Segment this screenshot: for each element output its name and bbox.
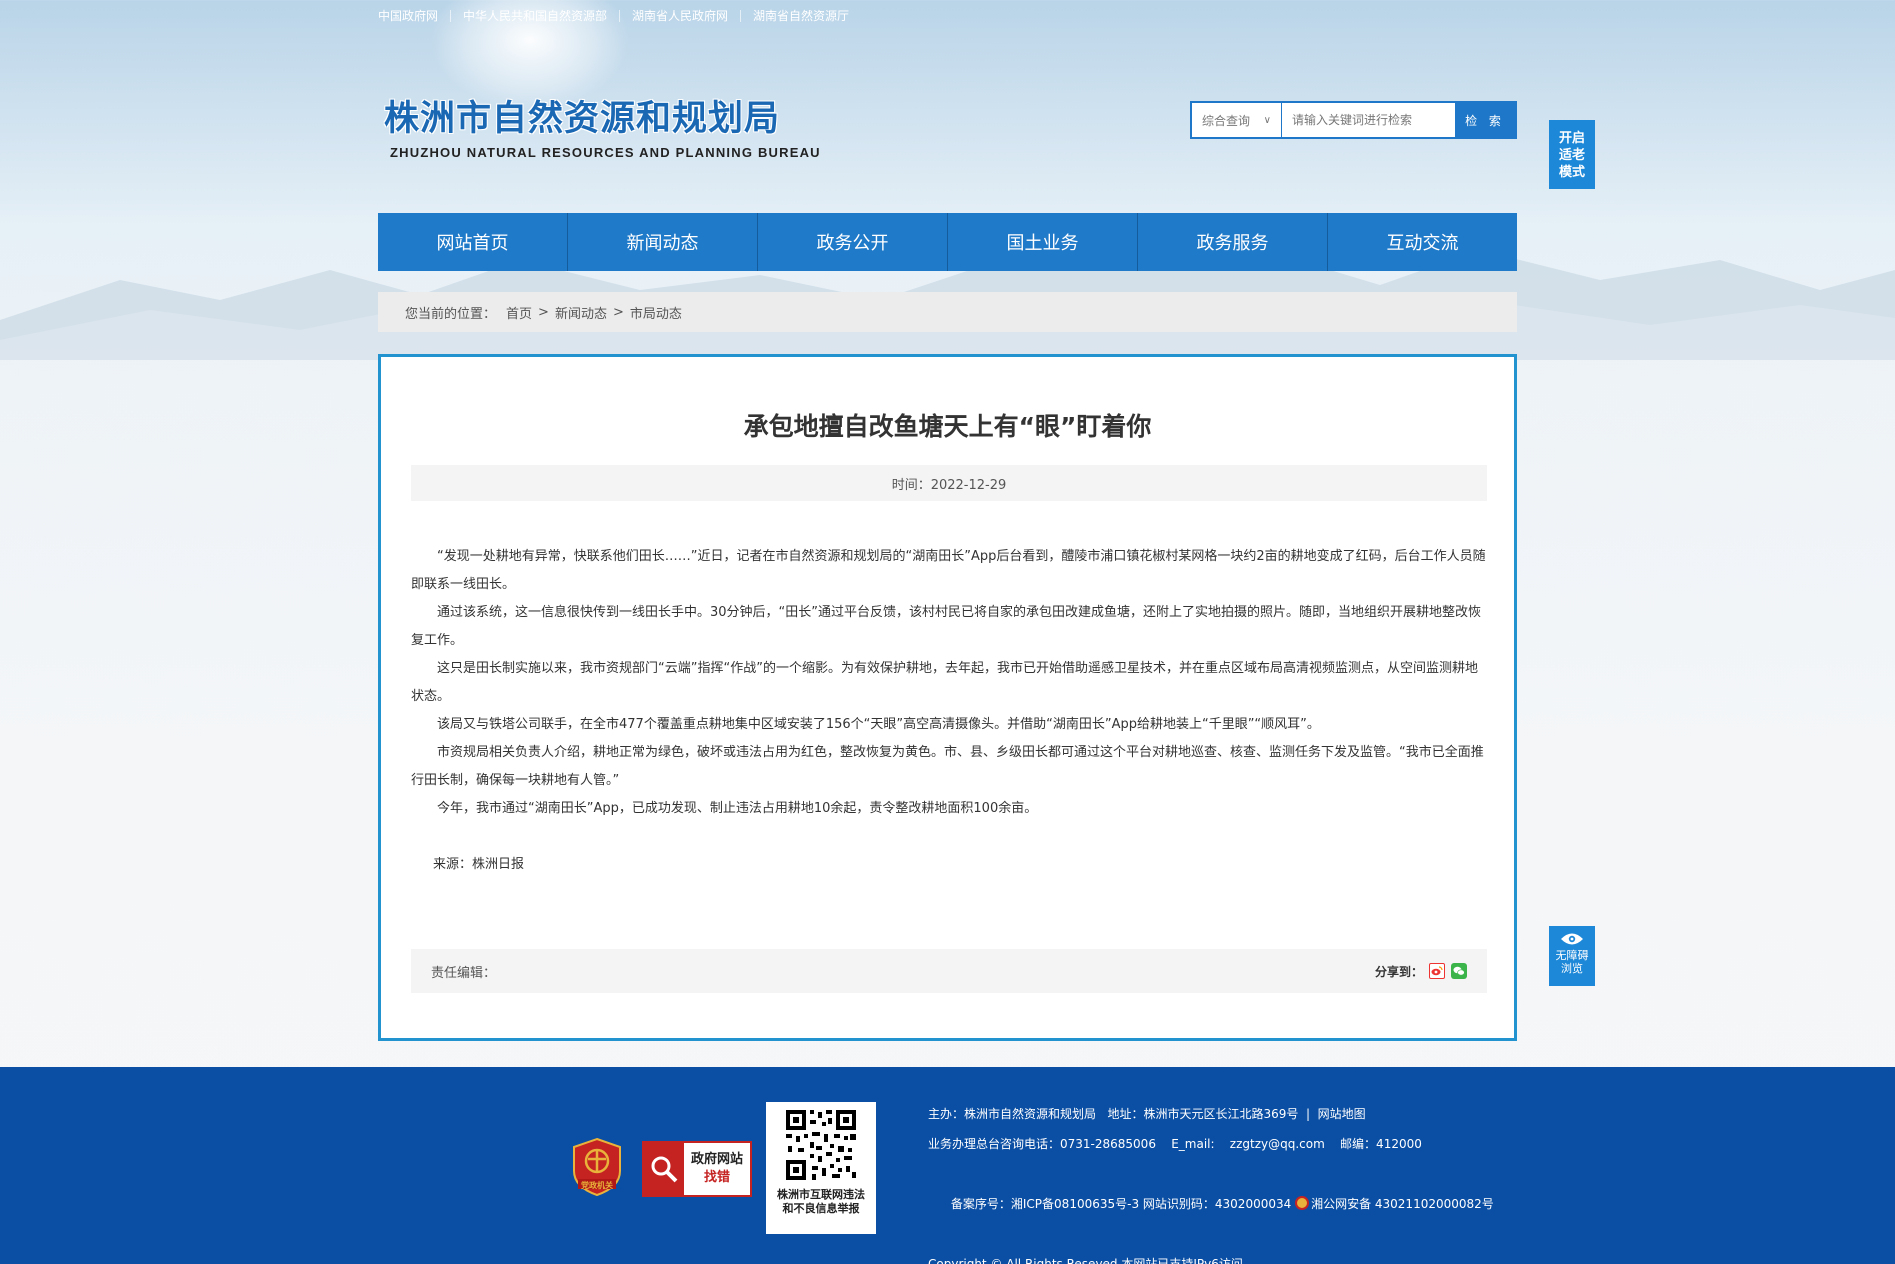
weibo-icon[interactable]	[1429, 963, 1445, 979]
breadcrumb-city-news[interactable]: 市局动态	[630, 303, 682, 322]
footer-info: 主办：株洲市自然资源和规划局 地址：株洲市天元区长江北路369号 | 网站地图 …	[928, 1099, 1494, 1264]
nav-item-land[interactable]: 国土业务	[947, 213, 1137, 271]
share-label: 分享到：	[1374, 964, 1423, 979]
breadcrumb: 您当前的位置： 首页 > 新闻动态 > 市局动态	[378, 292, 1517, 332]
party-gov-badge[interactable]: 党政机关	[572, 1137, 622, 1197]
footer-record-line: 备案序号：湘ICP备08100635号-3 网站识别码：4302000034 湘…	[928, 1159, 1494, 1249]
top-link-mnr[interactable]: 中华人民共和国自然资源部	[450, 10, 619, 22]
article-paragraph: 通过该系统，这一信息很快传到一线田长手中。30分钟后，“田长”通过平台反馈，该村…	[411, 605, 1482, 648]
qr-caption: 株洲市互联网违法 和不良信息举报	[766, 1188, 876, 1216]
nav-item-home[interactable]: 网站首页	[378, 213, 567, 271]
logo-cn-title: 株洲市自然资源和规划局	[384, 99, 781, 139]
article-editor: 责任编辑：	[431, 965, 497, 981]
top-link-hunan-gov[interactable]: 湖南省人民政府网	[619, 10, 740, 22]
gov-site-error-text: 政府网站 找错	[684, 1151, 750, 1187]
top-link-hunan-dnr[interactable]: 湖南省自然资源厅	[740, 10, 861, 22]
magnifier-icon	[644, 1143, 684, 1195]
icp-record[interactable]: 备案序号：湘ICP备08100635号-3 网站识别码：4302000034	[951, 1197, 1295, 1211]
footer-copyright: Copyright © All Rights Reseved 本网站已支持IPv…	[928, 1257, 1243, 1264]
site-footer: 党政机关 政府网站 找错 株洲市互联网违法 和不良信息举报 主办：株洲市自然资源…	[0, 1067, 1895, 1264]
article-title: 承包地擅自改鱼塘天上有“眼”盯着你	[743, 412, 1152, 441]
search-type-select[interactable]: 综合查询 ∨	[1192, 103, 1282, 137]
breadcrumb-sep: >	[538, 304, 549, 320]
article-paragraph: 市资规局相关负责人介绍，耕地正常为绿色，破坏或违法占用为红色，整改恢复为黄色。市…	[411, 745, 1484, 788]
eye-icon	[1561, 933, 1583, 945]
footer-contact-line: 业务办理总台咨询电话：0731-28685006 E_mail: zzgtzy@…	[928, 1137, 1422, 1151]
top-link-gov[interactable]: 中国政府网	[378, 10, 450, 22]
qr-caption-line-1: 株洲市互联网违法	[777, 1188, 865, 1201]
nav-item-gov-open[interactable]: 政务公开	[757, 213, 947, 271]
elder-mode-label: 开启适老模式	[1558, 131, 1585, 180]
chevron-down-icon: ∨	[1263, 114, 1271, 126]
article-footer-bar: 责任编辑： 分享到：	[411, 949, 1487, 993]
article-meta: 时间：2022-12-29	[411, 465, 1487, 501]
top-links-bar: 中国政府网 中华人民共和国自然资源部 湖南省人民政府网 湖南省自然资源厅	[378, 8, 861, 24]
qr-caption-line-2: 和不良信息举报	[782, 1202, 860, 1215]
search-button[interactable]: 检 索	[1455, 103, 1515, 137]
search-input[interactable]	[1282, 103, 1455, 137]
nav-item-gov-service[interactable]: 政务服务	[1137, 213, 1327, 271]
police-badge-icon	[1295, 1196, 1310, 1210]
article-paragraph: 该局又与铁塔公司联手，在全市477个覆盖重点耕地集中区域安装了156个“天眼”高…	[437, 717, 1320, 732]
breadcrumb-prefix: 您当前的位置：	[405, 306, 497, 322]
gov-site-error-badge[interactable]: 政府网站 找错	[642, 1141, 752, 1197]
report-qr-code[interactable]: 株洲市互联网违法 和不良信息举报	[766, 1102, 876, 1234]
find-error-label: 找错	[703, 1170, 730, 1185]
article-paragraph: “发现一处耕地有异常，快联系他们田长……”近日，记者在市自然资源和规划局的“湖南…	[411, 549, 1486, 592]
police-record[interactable]: 湘公网安备 43021102000082号	[1311, 1197, 1494, 1211]
nav-item-news[interactable]: 新闻动态	[567, 213, 757, 271]
accessibility-label: 无障碍浏览	[1555, 949, 1589, 975]
party-gov-label: 党政机关	[581, 1181, 613, 1190]
article-body: “发现一处耕地有异常，快联系他们田长……”近日，记者在市自然资源和规划局的“湖南…	[411, 543, 1487, 823]
share-bar: 分享到：	[1375, 963, 1467, 980]
article-time: 时间：2022-12-29	[891, 477, 1007, 493]
article-source: 来源：株洲日报	[433, 857, 525, 872]
nav-item-interaction[interactable]: 互动交流	[1327, 213, 1517, 271]
footer-host-line: 主办：株洲市自然资源和规划局 地址：株洲市天元区长江北路369号 | 网站地图	[928, 1107, 1366, 1121]
article-panel: 承包地擅自改鱼塘天上有“眼”盯着你 时间：2022-12-29 “发现一处耕地有…	[378, 354, 1517, 1041]
accessibility-button[interactable]: 无障碍浏览	[1549, 926, 1595, 986]
gov-site-label: 政府网站	[690, 1152, 743, 1167]
breadcrumb-news[interactable]: 新闻动态	[555, 303, 607, 322]
breadcrumb-sep: >	[612, 304, 624, 320]
search-type-label: 综合查询	[1202, 113, 1251, 128]
main-nav: 网站首页 新闻动态 政务公开 国土业务 政务服务 互动交流	[378, 213, 1517, 271]
search-box: 综合查询 ∨ 检 索	[1190, 101, 1517, 139]
breadcrumb-home[interactable]: 首页	[506, 303, 532, 322]
qr-code-icon	[784, 1108, 858, 1182]
wechat-icon[interactable]	[1451, 963, 1467, 979]
logo-en-title: ZHUZHOU NATURAL RESOURCES AND PLANNING B…	[390, 145, 821, 160]
article-paragraph: 这只是田长制实施以来，我市资规部门“云端”指挥“作战”的一个缩影。为有效保护耕地…	[411, 661, 1478, 704]
elder-mode-button[interactable]: 开启适老模式	[1549, 120, 1595, 189]
site-logo[interactable]: 株洲市自然资源和规划局 ZHUZHOU NATURAL RESOURCES AN…	[384, 90, 821, 160]
article-paragraph: 今年，我市通过“湖南田长”App，已成功发现、制止违法占用耕地10余起，责令整改…	[437, 801, 1038, 816]
